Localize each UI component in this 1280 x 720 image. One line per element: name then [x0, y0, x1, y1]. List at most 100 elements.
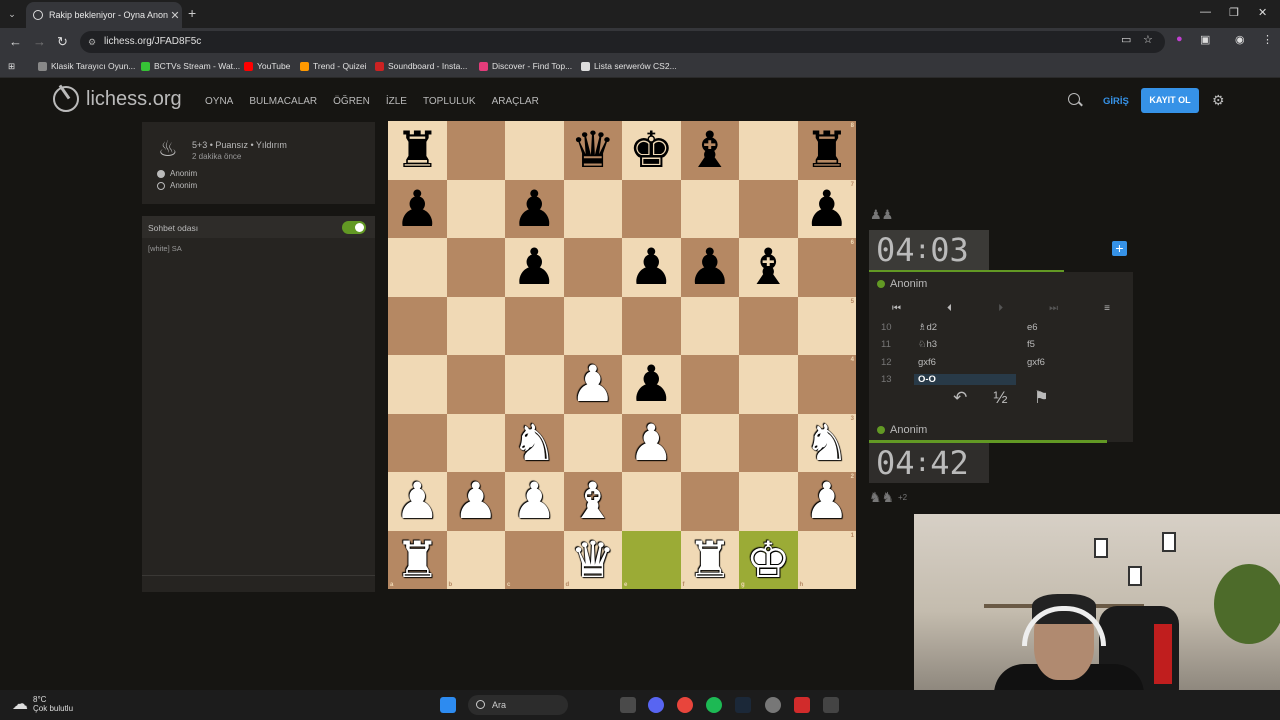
white-knight-icon[interactable]: ♞ [804, 418, 849, 468]
tab-search-chevron-icon[interactable]: ⌄ [4, 6, 20, 22]
black-rook-icon[interactable]: ♜ [395, 125, 440, 175]
white-move-current[interactable]: O-O [914, 374, 1016, 385]
player-name-row[interactable]: Anonim [869, 418, 1133, 442]
black-player-row[interactable]: Anonim [157, 181, 197, 190]
white-move[interactable]: ♘h3 [918, 339, 937, 350]
square-b3[interactable] [446, 413, 505, 472]
forward-icon[interactable]: → [33, 34, 46, 49]
square-c2[interactable]: ♟ [505, 472, 564, 531]
black-rook-icon[interactable]: ♜ [804, 125, 849, 175]
white-pawn-icon[interactable]: ♟ [570, 359, 615, 409]
square-a8[interactable]: ♜ [388, 121, 447, 180]
nav-oyna[interactable]: OYNA [205, 96, 233, 107]
square-e4[interactable]: ♟ [622, 355, 681, 414]
opponent-name-row[interactable]: Anonim [869, 272, 1133, 296]
site-info-icon[interactable]: ⚙ [88, 31, 96, 53]
square-h5[interactable]: 5 [797, 296, 856, 355]
maximize-icon[interactable]: ❐ [1229, 6, 1239, 19]
square-e1[interactable]: e [622, 530, 681, 589]
tab-close-icon[interactable]: ✕ [168, 9, 182, 22]
square-h3[interactable]: ♞ 3 [797, 413, 856, 472]
square-d8[interactable]: ♛ [563, 121, 622, 180]
address-bar[interactable]: ⚙ lichess.org/JFAD8F5c [80, 31, 1165, 53]
weather-widget[interactable]: ☁ 8°C Çok bulutlu [12, 694, 73, 714]
bookmark-star-icon[interactable]: ☆ [1143, 33, 1153, 46]
square-e5[interactable] [622, 296, 681, 355]
browser-tab[interactable]: Rakip bekleniyor - Oyna Anon... ✕ [26, 2, 182, 28]
square-a4[interactable] [388, 355, 447, 414]
app-icon[interactable] [823, 697, 839, 713]
square-b5[interactable] [446, 296, 505, 355]
browser-menu-icon[interactable]: ⋮ [1262, 33, 1273, 46]
white-move[interactable]: gxf6 [918, 357, 936, 368]
login-link[interactable]: GİRİŞ [1103, 96, 1129, 107]
next-move-icon[interactable]: ⏵ [998, 303, 1003, 314]
white-bishop-icon[interactable]: ♝ [570, 476, 615, 526]
apps-grid-icon[interactable]: ⊞ [8, 61, 15, 72]
takeback-icon[interactable]: ↶ [953, 388, 967, 408]
square-h7[interactable]: ♟ 7 [797, 179, 856, 238]
white-pawn-icon[interactable]: ♟ [453, 476, 498, 526]
last-move-icon[interactable]: ⏭ [1049, 303, 1058, 314]
square-h8[interactable]: ♜ 8 [797, 121, 856, 180]
square-a3[interactable] [388, 413, 447, 472]
nav-ogren[interactable]: ÖĞREN [333, 96, 370, 107]
black-pawn-icon[interactable]: ♟ [512, 184, 557, 234]
reload-icon[interactable]: ↻ [57, 34, 68, 50]
square-d6[interactable] [563, 238, 622, 297]
square-g3[interactable] [739, 413, 798, 472]
extension-icon[interactable]: ● [1176, 33, 1183, 45]
new-tab-button[interactable]: + [188, 5, 196, 21]
white-pawn-icon[interactable]: ♟ [395, 476, 440, 526]
square-b7[interactable] [446, 179, 505, 238]
square-g1[interactable]: ♚ g [739, 530, 798, 589]
white-queen-icon[interactable]: ♛ [570, 535, 615, 585]
square-f5[interactable] [680, 296, 739, 355]
black-pawn-icon[interactable]: ♟ [629, 242, 674, 292]
first-move-icon[interactable]: ⏮ [892, 303, 901, 314]
menu-icon[interactable]: ≡ [1104, 303, 1110, 314]
add-time-button[interactable]: + [1112, 241, 1127, 256]
square-a7[interactable]: ♟ [388, 179, 447, 238]
square-b4[interactable] [446, 355, 505, 414]
black-pawn-icon[interactable]: ♟ [512, 242, 557, 292]
square-f2[interactable] [680, 472, 739, 531]
square-e7[interactable] [622, 179, 681, 238]
square-f3[interactable] [680, 413, 739, 472]
square-b8[interactable] [446, 121, 505, 180]
white-pawn-icon[interactable]: ♟ [804, 476, 849, 526]
offer-draw-button[interactable]: ½ [993, 388, 1007, 408]
black-queen-icon[interactable]: ♛ [570, 125, 615, 175]
black-pawn-icon[interactable]: ♟ [804, 184, 849, 234]
square-c3[interactable]: ♞ [505, 413, 564, 472]
square-c4[interactable] [505, 355, 564, 414]
window-close-icon[interactable]: ✕ [1258, 6, 1267, 19]
square-c5[interactable] [505, 296, 564, 355]
black-move[interactable]: e6 [1027, 322, 1038, 333]
bookmark-6[interactable]: Lista serwerów CS2... [581, 61, 677, 71]
square-g7[interactable] [739, 179, 798, 238]
nav-bulmacalar[interactable]: BULMACALAR [249, 96, 317, 107]
steam-icon[interactable] [735, 697, 751, 713]
resign-flag-icon[interactable]: ⚑ [1034, 388, 1049, 408]
cast-icon[interactable]: ▭ [1121, 33, 1131, 46]
white-rook-icon[interactable]: ♜ [687, 535, 732, 585]
white-player-row[interactable]: Anonim [157, 169, 197, 178]
black-bishop-icon[interactable]: ♝ [687, 125, 732, 175]
signup-button[interactable]: KAYIT OL [1141, 88, 1199, 113]
square-f7[interactable] [680, 179, 739, 238]
square-e2[interactable] [622, 472, 681, 531]
white-pawn-icon[interactable]: ♟ [629, 418, 674, 468]
black-pawn-icon[interactable]: ♟ [687, 242, 732, 292]
search-icon[interactable] [1068, 93, 1080, 105]
black-pawn-icon[interactable]: ♟ [395, 184, 440, 234]
nav-araclar[interactable]: ARAÇLAR [492, 96, 539, 107]
square-d7[interactable] [563, 179, 622, 238]
nav-topluluk[interactable]: TOPLULUK [423, 96, 476, 107]
square-h6[interactable]: 6 [797, 238, 856, 297]
black-pawn-icon[interactable]: ♟ [629, 359, 674, 409]
black-move[interactable]: gxf6 [1027, 357, 1045, 368]
square-g6[interactable]: ♝ [739, 238, 798, 297]
square-b1[interactable]: b [446, 530, 505, 589]
square-b2[interactable]: ♟ [446, 472, 505, 531]
